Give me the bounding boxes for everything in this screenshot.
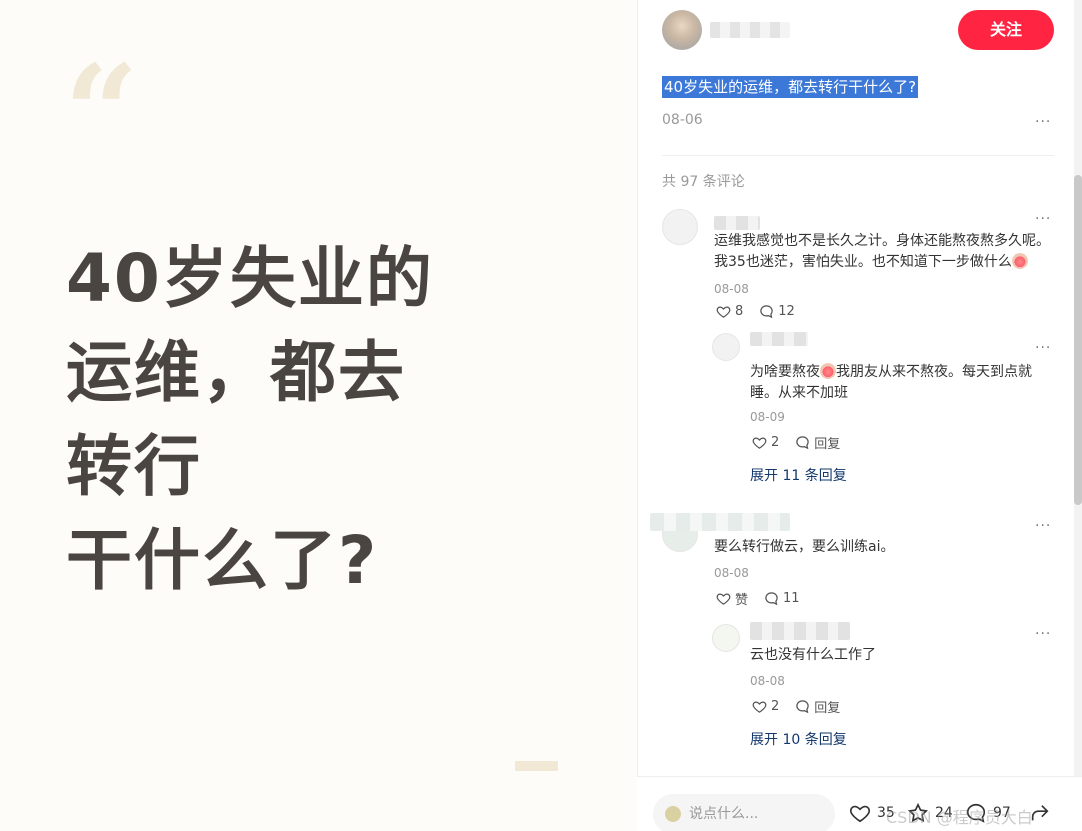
comment-more-icon[interactable]: ···	[1035, 518, 1051, 534]
reply-label: 回复	[814, 701, 841, 716]
reply-more-icon[interactable]: ···	[1035, 340, 1051, 356]
reply-count: 11	[783, 591, 800, 606]
comment-count: 共 97 条评论	[662, 174, 745, 190]
bottom-interaction-bar: 35 24 97 CSDN @程序员大白	[637, 776, 1082, 831]
comment-bubble-icon	[796, 700, 810, 714]
heart-icon	[752, 437, 767, 449]
heart-icon	[850, 805, 870, 823]
comment-date: 08-08	[714, 282, 749, 296]
comment-input-box[interactable]	[653, 794, 835, 831]
like-count: 2	[771, 699, 780, 714]
like-button[interactable]: 2	[752, 435, 779, 450]
reply-author-blurred[interactable]	[750, 622, 850, 640]
heart-icon	[752, 701, 767, 713]
reply-avatar[interactable]	[712, 624, 740, 652]
reply-text-part1: 为啥要熬夜	[750, 364, 820, 380]
like-label: 赞	[735, 593, 749, 608]
expand-replies-link[interactable]: 展开 10 条回复	[750, 729, 847, 749]
cover-title-line-1: 40岁失业的	[66, 240, 434, 317]
cry-emoji-icon	[1011, 253, 1028, 269]
like-note-button[interactable]: 35	[849, 802, 895, 824]
comment-more-icon[interactable]: ···	[1035, 211, 1051, 227]
reply-text: 云也没有什么工作了	[750, 647, 876, 663]
star-icon	[907, 802, 929, 823]
cover-title-line-4: 干什么了?	[66, 522, 379, 599]
share-button[interactable]	[1029, 802, 1051, 824]
author-avatar[interactable]	[662, 10, 702, 50]
author-row: 关注	[662, 10, 1054, 50]
comment-input[interactable]	[689, 806, 819, 822]
heart-icon	[716, 593, 731, 605]
note-detail-panel[interactable]: 关注 40岁失业的运维，都去转行干什么了? 08-06 ··· 共 97 条评论…	[637, 0, 1082, 831]
comment-text-content: 运维我感觉也不是长久之计。身体还能熬夜熬多久呢。我35也迷茫，害怕失业。也不知道…	[714, 233, 1050, 270]
quote-mark-icon: “	[64, 36, 139, 189]
collect-note-button[interactable]: 24	[907, 802, 953, 824]
author-name-blurred[interactable]	[710, 22, 790, 38]
comment-bubble-icon	[760, 305, 774, 319]
post-date: 08-06	[662, 112, 703, 128]
comment-bubble-icon	[967, 803, 986, 823]
heart-icon	[716, 306, 731, 318]
cover-title-line-3: 转行	[66, 428, 202, 505]
note-like-count: 35	[877, 805, 895, 821]
note-cover-image: “ 40岁失业的 运维，都去 转行 干什么了?	[0, 0, 637, 831]
reply-actions: 2 回复	[752, 697, 840, 716]
like-button[interactable]: 2	[752, 699, 779, 714]
reply-actions: 2 回复	[752, 433, 840, 452]
comment-avatar[interactable]	[662, 209, 698, 245]
scrollbar-thumb[interactable]	[1074, 175, 1082, 505]
like-count: 2	[771, 435, 780, 450]
scrollbar[interactable]	[1074, 0, 1082, 831]
comment-text: 运维我感觉也不是长久之计。身体还能熬夜熬多久呢。我35也迷茫，害怕失业。也不知道…	[714, 231, 1054, 273]
comment-author-blurred[interactable]	[714, 216, 760, 230]
note-comment-count: 97	[993, 805, 1011, 821]
comment-text: 要么转行做云，要么训练ai。	[714, 539, 895, 555]
comment-bubble-icon	[765, 592, 778, 606]
comment-actions: 8 12	[716, 304, 795, 319]
note-collect-count: 24	[935, 805, 953, 821]
cover-title-line-2-rest: ，都去	[202, 334, 406, 411]
reply-label: 回复	[814, 437, 841, 452]
divider	[662, 155, 1054, 156]
reply-count: 12	[778, 304, 795, 319]
cover-title-highlight: 运维	[66, 326, 202, 420]
cover-title-line-2: 运维，都去	[66, 326, 434, 420]
reply-date: 08-09	[750, 410, 785, 424]
like-count: 8	[735, 304, 744, 319]
comment-bubble-icon	[796, 436, 810, 450]
reply-button[interactable]: 回复	[795, 433, 840, 452]
cry-emoji-icon	[820, 363, 836, 379]
share-icon	[1031, 805, 1049, 821]
follow-button[interactable]: 关注	[958, 10, 1054, 50]
reply-button[interactable]: 回复	[795, 697, 840, 716]
post-title: 40岁失业的运维，都去转行干什么了?	[662, 76, 919, 98]
comment-author-blurred[interactable]	[650, 513, 790, 531]
like-button[interactable]: 赞	[716, 589, 748, 608]
reply-author-blurred[interactable]	[750, 332, 808, 346]
post-more-icon[interactable]: ···	[1035, 114, 1051, 130]
like-button[interactable]: 8	[716, 304, 743, 319]
expand-replies-link[interactable]: 展开 11 条回复	[750, 465, 847, 485]
decorative-bar	[515, 761, 558, 771]
comment-actions: 赞 11	[716, 589, 800, 608]
reply-more-icon[interactable]: ···	[1035, 626, 1051, 642]
reply-text: 为啥要熬夜 我朋友从来不熬夜。每天到点就睡。从来不加班	[750, 362, 1050, 404]
comment-date: 08-08	[714, 566, 749, 580]
cover-title: 40岁失业的 运维，都去 转行 干什么了?	[66, 232, 434, 608]
reply-button[interactable]: 11	[764, 591, 800, 606]
reply-button[interactable]: 12	[759, 304, 795, 319]
reply-avatar[interactable]	[712, 333, 740, 361]
user-avatar-icon	[665, 806, 681, 822]
comment-note-button[interactable]: 97	[965, 802, 1011, 824]
reply-date: 08-08	[750, 674, 785, 688]
